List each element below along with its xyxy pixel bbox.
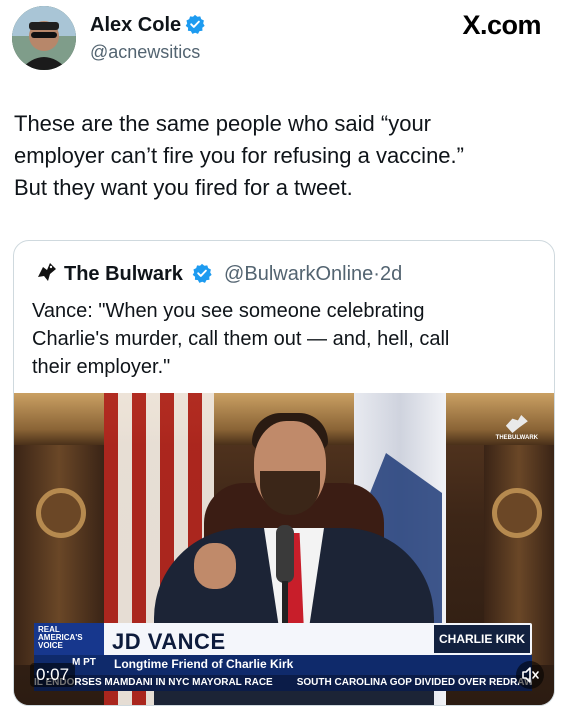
video-player[interactable]: THEBULWARK REAL AMERICA'S VOICE JD VANCE… xyxy=(14,393,554,705)
video-medallion-left xyxy=(36,488,86,538)
quoted-tweet-text: Vance: "When you see someone celebrating… xyxy=(32,297,532,381)
network-logo-line: VOICE xyxy=(38,641,63,650)
ticker-item: SOUTH CAROLINA GOP DIVIDED OVER REDRAWIN… xyxy=(296,677,532,688)
mute-button[interactable] xyxy=(516,661,544,689)
tweet-text-line: But they want you fired for a tweet. xyxy=(14,175,353,200)
tweet-text-line: These are the same people who said “your xyxy=(14,111,432,136)
bulwark-bug-icon xyxy=(505,415,528,433)
author-display-name[interactable]: Alex Cole xyxy=(90,14,181,36)
tweet-text: These are the same people who said “your… xyxy=(14,108,554,204)
verified-badge-icon xyxy=(192,263,213,289)
bulwark-watermark-text: THEBULWARK xyxy=(495,435,538,441)
quoted-tweet-header: The Bulwark @BulwarkOnline·2d xyxy=(36,261,402,289)
tweet-text-line: employer can’t fire you for refusing a v… xyxy=(14,143,464,168)
lower-third-tag: M PT xyxy=(72,657,96,668)
quoted-tweet-card[interactable]: The Bulwark @BulwarkOnline·2d Vance: "Wh… xyxy=(13,240,555,706)
microphone xyxy=(276,525,294,583)
lower-third-name: JD VANCE xyxy=(112,629,226,654)
video-timestamp: 0:07 xyxy=(30,663,76,687)
bulwark-watermark: THEBULWARK xyxy=(496,415,538,441)
network-logo: REAL AMERICA'S VOICE xyxy=(34,623,104,655)
quoted-text-line: Charlie's murder, call them out — and, h… xyxy=(32,328,450,350)
video-medallion-right xyxy=(492,488,542,538)
lower-third-subtitle: Longtime Friend of Charlie Kirk xyxy=(114,657,294,671)
verified-badge-icon xyxy=(185,14,205,40)
quoted-display-name[interactable]: The Bulwark xyxy=(64,263,183,285)
avatar-photo xyxy=(12,6,76,70)
quoted-text-line: their employer." xyxy=(32,356,171,378)
site-watermark: X.com xyxy=(462,10,541,40)
speaker-mute-icon xyxy=(522,667,539,683)
speaker-hand xyxy=(194,543,236,589)
author-name-row[interactable]: Alex Cole xyxy=(90,14,205,40)
news-ticker: IL ENDORSES MAMDANI IN NYC MAYORAL RACE S… xyxy=(34,675,532,691)
quoted-separator: · xyxy=(373,263,380,285)
quoted-handle[interactable]: @BulwarkOnline xyxy=(224,263,373,285)
quoted-age[interactable]: 2d xyxy=(380,263,402,285)
show-logo: CHARLIE KIRK xyxy=(434,625,530,653)
author-avatar[interactable] xyxy=(12,6,76,70)
author-handle[interactable]: @acnewsitics xyxy=(90,42,200,63)
quoted-text-line: Vance: "When you see someone celebrating xyxy=(32,300,425,322)
bulwark-logo-icon xyxy=(36,261,58,289)
